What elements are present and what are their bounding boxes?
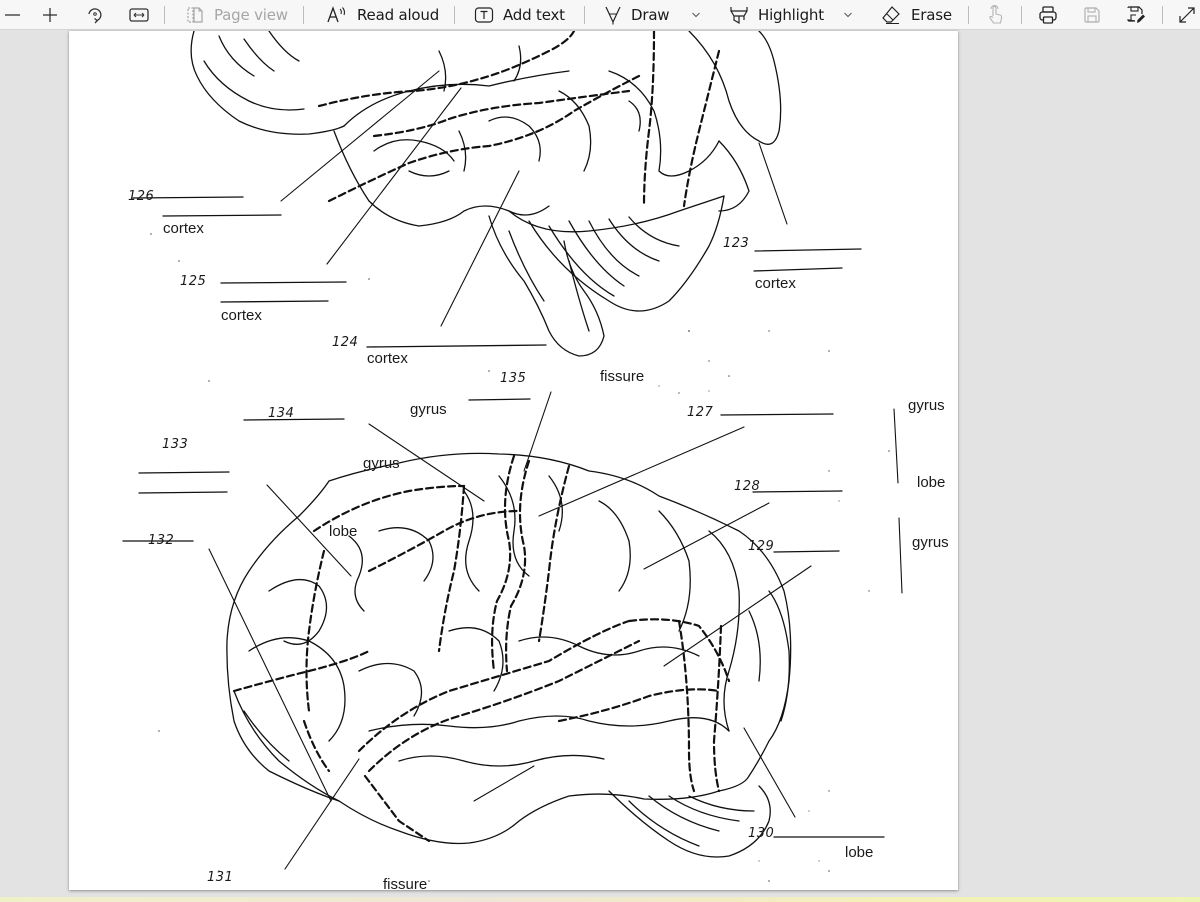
- label-suffix-134: gyrus: [410, 401, 447, 418]
- toolbar-separator: [968, 6, 969, 24]
- read-aloud-label: Read aloud: [357, 6, 440, 24]
- label-number-135: 135: [500, 371, 527, 386]
- answer-blank-lines: [122, 196, 885, 838]
- scan-speckle-noise: [150, 233, 890, 882]
- toolbar-separator: [1162, 6, 1163, 24]
- label-number-132: 132: [148, 533, 175, 548]
- bottom-edge-strip: [0, 897, 1200, 902]
- label-suffix-133: gyrus: [363, 455, 400, 472]
- read-aloud-icon: [327, 6, 346, 23]
- bottom-brain-leader-lines: [208, 391, 903, 870]
- label-suffix-132: lobe: [329, 523, 358, 540]
- zoom-out-button[interactable]: [4, 0, 22, 30]
- touch-hand-icon: [989, 5, 1003, 24]
- label-suffix-127: gyrus: [908, 397, 945, 414]
- toolbar-separator: [454, 6, 455, 24]
- label-suffix-126: cortex: [163, 220, 204, 237]
- label-suffix-123: cortex: [755, 275, 796, 292]
- toolbar-separator: [584, 6, 585, 24]
- rotate-button[interactable]: [85, 0, 105, 30]
- erase-label: Erase: [911, 6, 952, 24]
- highlight-dropdown-toggle[interactable]: [843, 0, 853, 30]
- toolbar-separator: [164, 6, 165, 24]
- brain-diagram-illustration: [122, 31, 903, 882]
- label-number-129: 129: [748, 539, 775, 554]
- fit-width-button[interactable]: [129, 0, 149, 30]
- top-brain-drawing: [190, 31, 782, 357]
- label-suffix-131: fissure: [383, 876, 428, 890]
- eraser-icon: [882, 6, 900, 25]
- highlight-button[interactable]: Highlight: [729, 0, 824, 30]
- touch-write-button[interactable]: [985, 0, 1005, 30]
- label-suffix-129: gyrus: [912, 534, 949, 551]
- label-number-133: 133: [162, 437, 189, 452]
- draw-button[interactable]: Draw: [604, 0, 670, 30]
- save-button[interactable]: [1083, 0, 1101, 30]
- highlighter-icon: [730, 7, 748, 25]
- label-suffix-130: lobe: [845, 844, 874, 861]
- page-view-label: Page view: [214, 6, 288, 24]
- zoom-in-button[interactable]: [41, 0, 59, 30]
- minus-icon: [5, 14, 20, 16]
- toolbar-separator: [303, 6, 304, 24]
- text-box-icon: [474, 7, 494, 23]
- label-number-134: 134: [268, 406, 295, 421]
- label-number-123: 123: [723, 236, 750, 251]
- read-aloud-button[interactable]: Read aloud: [326, 0, 439, 30]
- pdf-toolbar: Page view Read aloud Add text Draw Highl…: [0, 0, 1200, 30]
- document-canvas[interactable]: 126 cortex 125 cortex 124 cortex 123 cor…: [0, 31, 1200, 897]
- draw-label: Draw: [631, 6, 670, 24]
- label-number-124: 124: [332, 335, 359, 350]
- label-number-130: 130: [748, 826, 775, 841]
- draw-dropdown-toggle[interactable]: [691, 0, 701, 30]
- save-as-icon: [1127, 6, 1145, 23]
- top-brain-leader-lines: [280, 70, 788, 327]
- toolbar-separator: [1021, 6, 1022, 24]
- erase-button[interactable]: Erase: [880, 0, 952, 30]
- label-number-128: 128: [734, 479, 761, 494]
- fit-width-icon: [129, 8, 149, 22]
- top-brain-dashed-boundaries: [317, 31, 721, 208]
- expand-icon: [1179, 7, 1195, 23]
- label-number-125: 125: [180, 274, 207, 289]
- rotate-icon: [88, 8, 102, 24]
- label-number-126: 126: [128, 189, 155, 204]
- label-number-127: 127: [687, 405, 714, 420]
- save-icon: [1084, 7, 1100, 23]
- label-number-131: 131: [207, 870, 234, 885]
- save-as-button[interactable]: [1126, 0, 1146, 30]
- label-suffix-135: fissure: [600, 368, 645, 385]
- label-suffix-125: cortex: [221, 307, 262, 324]
- chevron-down-icon: [844, 12, 852, 18]
- label-suffix-128: lobe: [917, 474, 946, 491]
- plus-icon: [43, 8, 57, 22]
- pdf-page: 126 cortex 125 cortex 124 cortex 123 cor…: [69, 31, 958, 890]
- chevron-down-icon: [692, 12, 700, 18]
- add-text-button[interactable]: Add text: [474, 0, 565, 30]
- print-button[interactable]: [1038, 0, 1058, 30]
- add-text-label: Add text: [503, 6, 565, 24]
- fullscreen-button[interactable]: [1178, 0, 1196, 30]
- page-view-button[interactable]: Page view: [185, 0, 288, 30]
- print-icon: [1039, 6, 1057, 24]
- pen-icon: [605, 6, 621, 25]
- bottom-brain-drawing: [226, 452, 792, 858]
- label-suffix-124: cortex: [367, 350, 408, 367]
- highlight-label: Highlight: [758, 6, 824, 24]
- page-view-icon: [187, 7, 203, 23]
